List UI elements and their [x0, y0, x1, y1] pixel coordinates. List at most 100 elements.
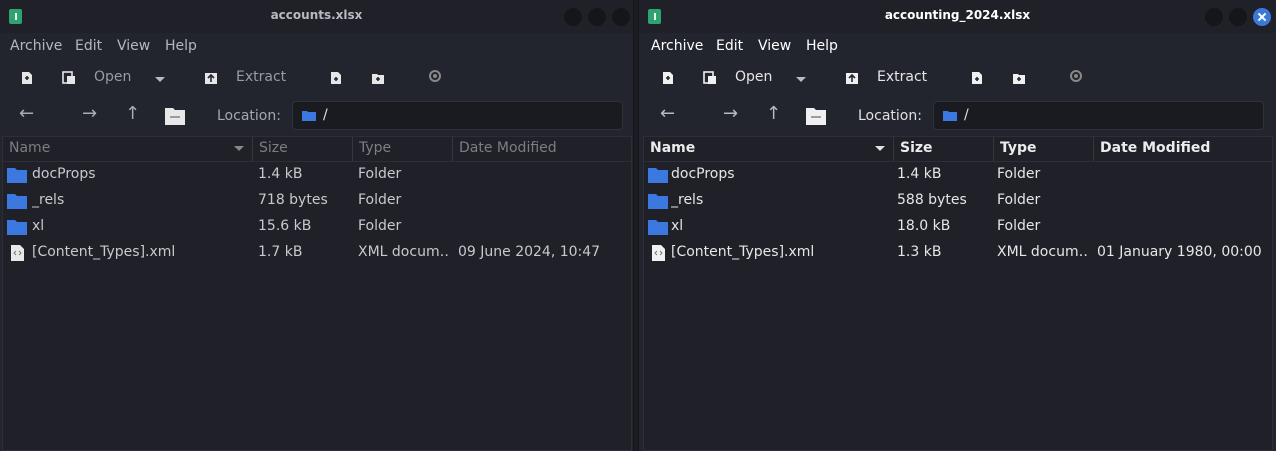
column-header-row: Name Size Type Date Modified — [3, 137, 631, 162]
column-header-date[interactable]: Date Modified — [453, 137, 631, 161]
table-row[interactable]: _rels 588 bytes Folder — [644, 188, 1272, 214]
table-row[interactable]: xl 18.0 kB Folder — [644, 214, 1272, 240]
column-header-name[interactable]: Name — [644, 137, 894, 161]
new-archive-icon[interactable] — [661, 71, 675, 85]
menu-archive[interactable]: Archive — [10, 38, 62, 54]
table-row[interactable]: [Content_Types].xml 1.7 kB XML docum… 09… — [3, 240, 631, 266]
open-button[interactable]: Open — [735, 69, 772, 85]
file-name: docProps — [32, 166, 96, 182]
open-archive-icon[interactable] — [703, 71, 717, 85]
menu-help[interactable]: Help — [806, 38, 838, 54]
up-arrow-icon[interactable]: ↑ — [766, 103, 781, 124]
table-row[interactable]: xl 15.6 kB Folder — [3, 214, 631, 240]
add-file-icon[interactable] — [970, 71, 984, 85]
menu-help[interactable]: Help — [165, 38, 197, 54]
maximize-button[interactable] — [1229, 8, 1247, 26]
menu-view[interactable]: View — [117, 38, 150, 54]
extract-icon[interactable] — [845, 71, 859, 85]
column-header-size[interactable]: Size — [894, 137, 994, 161]
folder-icon — [7, 168, 27, 183]
location-field[interactable]: / — [933, 101, 1264, 130]
forward-arrow-icon[interactable]: → — [82, 103, 97, 124]
column-header-type[interactable]: Type — [994, 137, 1094, 161]
file-list[interactable]: Name Size Type Date Modified docProps 1.… — [643, 136, 1273, 451]
titlebar[interactable]: accounts.xlsx — [0, 0, 633, 33]
file-size: 18.0 kB — [897, 218, 951, 234]
extract-icon[interactable] — [204, 71, 218, 85]
table-row[interactable]: docProps 1.4 kB Folder — [3, 162, 631, 188]
back-arrow-icon[interactable]: ← — [660, 103, 675, 124]
add-folder-icon[interactable] — [1012, 71, 1026, 85]
toolbar: Open Extract — [639, 59, 1276, 97]
location-bar: ← → ↑ Location: / — [0, 97, 633, 136]
column-header-date[interactable]: Date Modified — [1094, 137, 1272, 161]
location-path: / — [964, 107, 969, 123]
file-date: 01 January 1980, 00:00 — [1097, 244, 1262, 260]
extract-button[interactable]: Extract — [877, 69, 927, 85]
add-folder-icon[interactable] — [371, 71, 385, 85]
file-size: 1.4 kB — [897, 166, 942, 182]
file-name: [Content_Types].xml — [32, 244, 176, 260]
column-header-name[interactable]: Name — [3, 137, 253, 161]
minimize-button[interactable] — [1205, 8, 1223, 26]
file-name: docProps — [671, 166, 735, 182]
menu-edit[interactable]: Edit — [716, 38, 743, 54]
file-type: XML docum… — [997, 244, 1089, 260]
titlebar[interactable]: accounting_2024.xlsx — [639, 0, 1276, 33]
back-arrow-icon[interactable]: ← — [19, 103, 34, 124]
file-name: [Content_Types].xml — [671, 244, 815, 260]
forward-arrow-icon[interactable]: → — [723, 103, 738, 124]
open-dropdown-chevron-icon[interactable] — [796, 77, 806, 82]
location-label: Location: — [217, 108, 281, 124]
table-row[interactable]: _rels 718 bytes Folder — [3, 188, 631, 214]
column-header-size[interactable]: Size — [253, 137, 353, 161]
close-button[interactable] — [1253, 8, 1271, 26]
xml-file-icon — [11, 245, 24, 261]
folder-icon — [7, 220, 27, 235]
menubar: Archive Edit View Help — [639, 33, 1276, 59]
window-title: accounts.xlsx — [270, 8, 363, 22]
folder-icon — [648, 194, 668, 209]
archive-window-right[interactable]: accounting_2024.xlsx Archive Edit View H… — [638, 0, 1276, 451]
add-file-icon[interactable] — [329, 71, 343, 85]
table-row[interactable]: [Content_Types].xml 1.3 kB XML docum… 01… — [644, 240, 1272, 266]
archive-window-left[interactable]: accounts.xlsx Archive Edit View Help Ope… — [0, 0, 634, 451]
up-arrow-icon[interactable]: ↑ — [125, 103, 140, 124]
location-field[interactable]: / — [292, 101, 623, 130]
menu-archive[interactable]: Archive — [651, 38, 703, 54]
menu-edit[interactable]: Edit — [75, 38, 102, 54]
close-button[interactable] — [612, 8, 630, 26]
toolbar: Open Extract — [0, 59, 633, 97]
file-rows: docProps 1.4 kB Folder _rels 718 bytes F… — [3, 162, 631, 266]
stop-icon[interactable] — [1070, 70, 1082, 82]
new-archive-icon[interactable] — [20, 71, 34, 85]
file-size: 718 bytes — [258, 192, 328, 208]
maximize-button[interactable] — [588, 8, 606, 26]
file-type: Folder — [358, 192, 402, 208]
open-button[interactable]: Open — [94, 69, 131, 85]
file-rows: docProps 1.4 kB Folder _rels 588 bytes F… — [644, 162, 1272, 266]
open-dropdown-chevron-icon[interactable] — [155, 77, 165, 82]
folder-icon — [943, 111, 957, 121]
column-header-type[interactable]: Type — [353, 137, 453, 161]
location-path: / — [323, 107, 328, 123]
minimize-button[interactable] — [564, 8, 582, 26]
file-type: Folder — [997, 166, 1041, 182]
sort-chevron-icon[interactable] — [875, 146, 885, 151]
sort-chevron-icon[interactable] — [234, 146, 244, 151]
menu-view[interactable]: View — [758, 38, 791, 54]
extract-button[interactable]: Extract — [236, 69, 286, 85]
file-size: 1.4 kB — [258, 166, 303, 182]
table-row[interactable]: docProps 1.4 kB Folder — [644, 162, 1272, 188]
home-folder-icon[interactable] — [164, 106, 186, 126]
file-list[interactable]: Name Size Type Date Modified docProps 1.… — [2, 136, 632, 451]
open-archive-icon[interactable] — [62, 71, 76, 85]
file-date: 09 June 2024, 10:47 — [458, 244, 601, 260]
folder-icon — [648, 168, 668, 183]
stop-icon[interactable] — [429, 70, 441, 82]
file-name: _rels — [32, 192, 65, 208]
window-title: accounting_2024.xlsx — [884, 8, 1031, 22]
folder-icon — [302, 111, 316, 121]
home-folder-icon[interactable] — [805, 106, 827, 126]
file-size: 15.6 kB — [258, 218, 312, 234]
